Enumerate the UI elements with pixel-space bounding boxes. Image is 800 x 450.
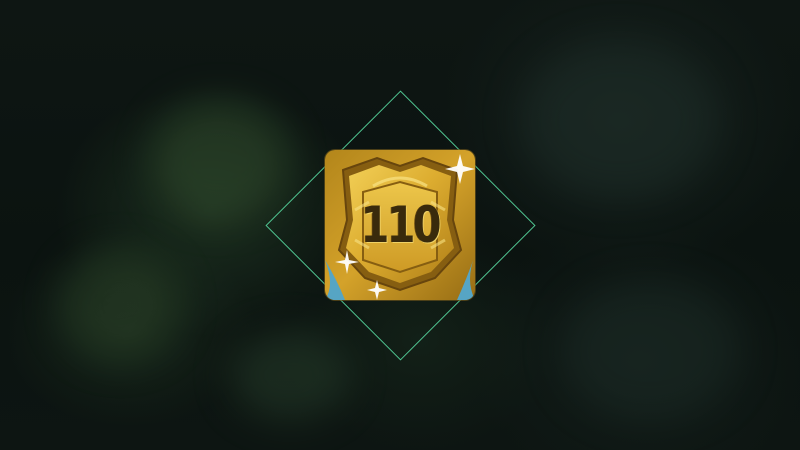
level-number: 110 [360,196,442,254]
level-badge-item[interactable]: 110 [325,150,475,300]
game-background: 110 [0,0,800,450]
foliage-blur [150,100,290,220]
foliage-blur [230,330,350,420]
foliage-blur [60,250,180,360]
rock-blur [520,40,720,200]
rock-blur [560,280,740,420]
